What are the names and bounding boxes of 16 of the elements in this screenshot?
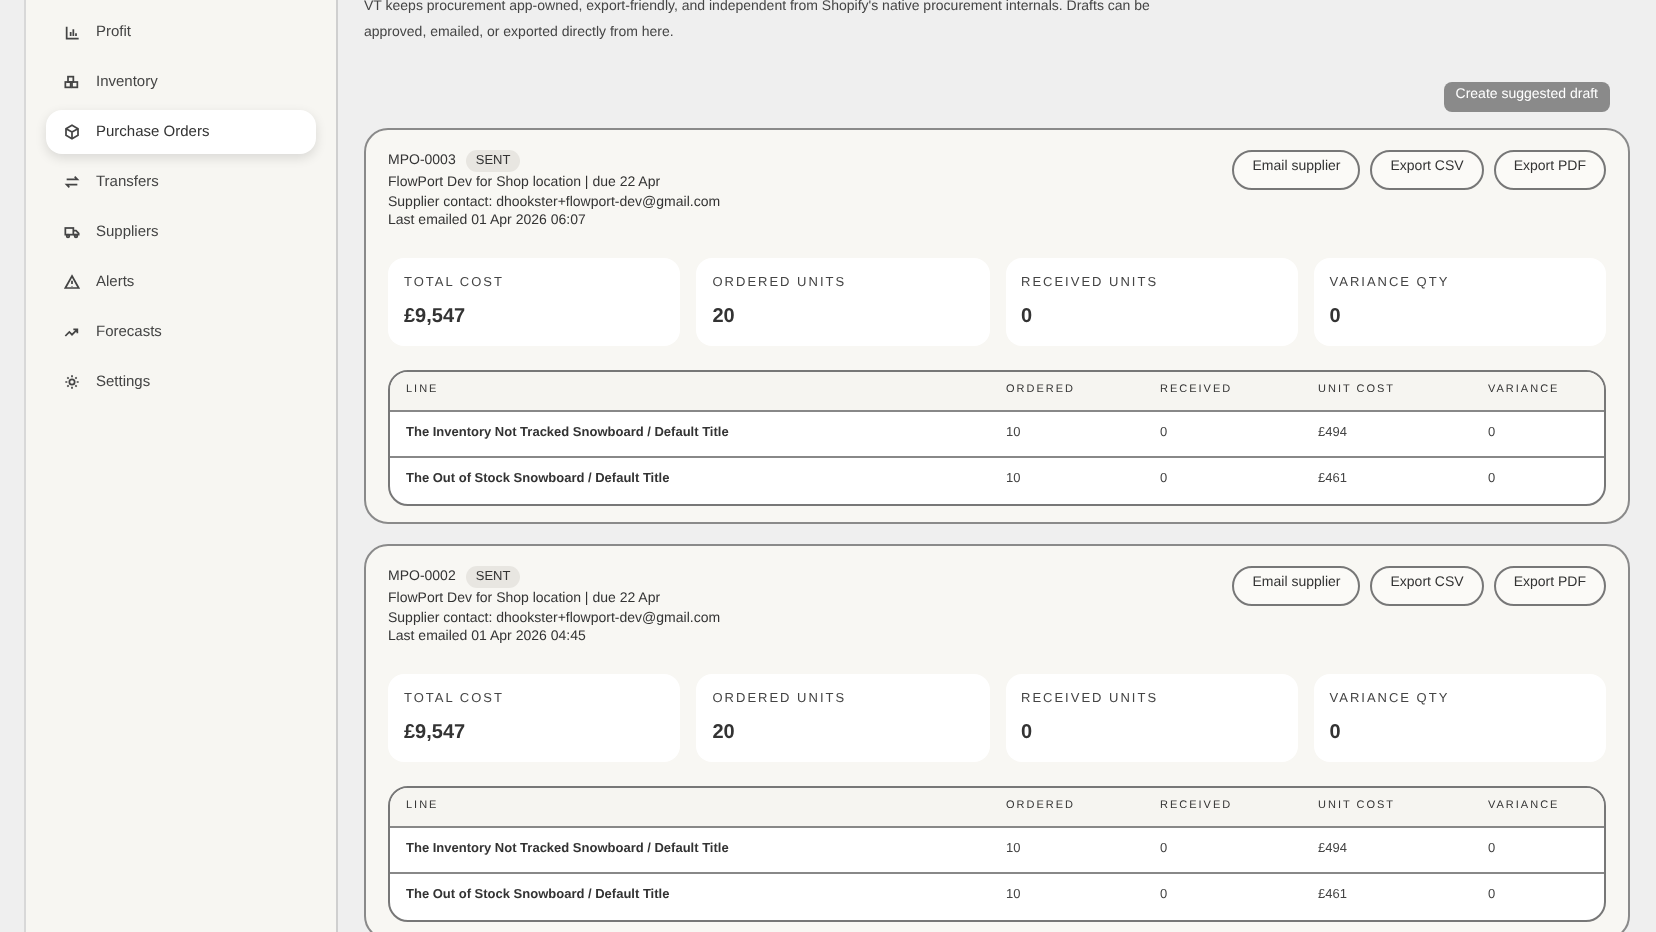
stat-value: 0: [1021, 720, 1035, 749]
stat-value: 0: [1021, 304, 1035, 333]
bar-chart-icon: [64, 24, 80, 40]
stat-value: 20: [712, 304, 737, 333]
settings-icon: [64, 374, 80, 390]
truck-icon: [64, 224, 80, 240]
stat-value: £9,547: [404, 720, 468, 749]
trend-icon: [64, 324, 80, 340]
package-icon: [64, 124, 80, 140]
stat-value: 20: [712, 720, 737, 749]
warning-icon: [64, 274, 80, 290]
stat-value: £9,547: [404, 304, 468, 333]
boxes-icon: [64, 74, 80, 90]
stat-value: 0: [1329, 304, 1343, 333]
stat-value: 0: [1329, 720, 1343, 749]
arrows-icon: [64, 174, 80, 190]
